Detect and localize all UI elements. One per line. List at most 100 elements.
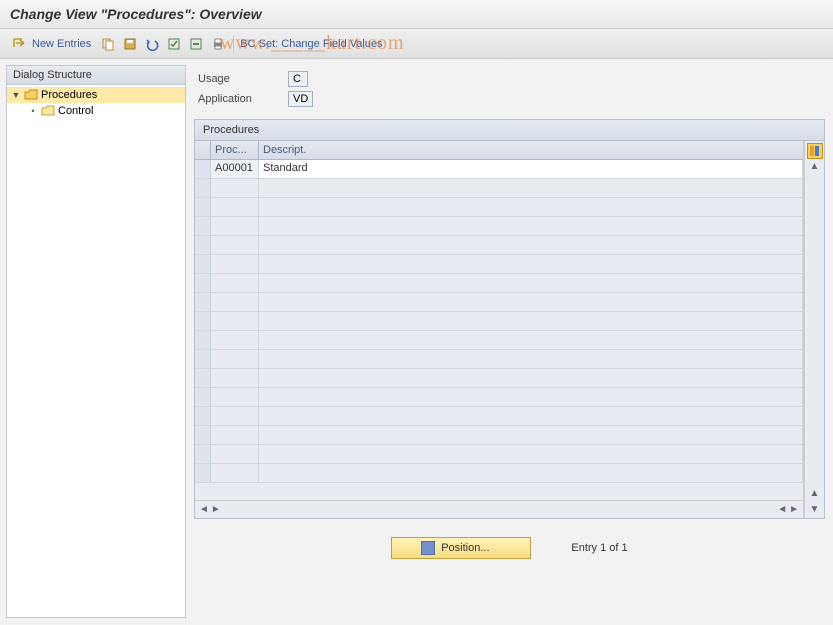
row-selector[interactable] [195,293,211,311]
row-selector[interactable] [195,407,211,425]
row-selector[interactable] [195,464,211,482]
cell-descript[interactable] [259,198,803,216]
cell-descript[interactable] [259,350,803,368]
scroll-down-icon-2[interactable]: ▼ [808,504,822,518]
cell-proc[interactable] [211,217,259,235]
cell-descript[interactable] [259,426,803,444]
tree-item-procedures[interactable]: ▼ Procedures [7,87,185,103]
table-row-empty[interactable] [195,445,803,464]
cell-descript[interactable] [259,179,803,197]
position-icon [421,541,435,555]
scroll-up-icon[interactable]: ▲ [808,161,822,175]
table-row-empty[interactable] [195,274,803,293]
select-all-icon[interactable] [165,35,183,53]
cell-descript[interactable] [259,293,803,311]
table-row-empty[interactable] [195,312,803,331]
scroll-right-end-icon[interactable]: ► [789,504,799,515]
cell-proc[interactable] [211,445,259,463]
table-row-empty[interactable] [195,198,803,217]
cell-proc[interactable] [211,255,259,273]
new-entries-button[interactable]: New Entries [32,38,91,50]
cell-proc[interactable] [211,236,259,254]
table-row-empty[interactable] [195,331,803,350]
cell-proc[interactable] [211,407,259,425]
usage-value[interactable]: C [288,71,308,87]
cell-descript[interactable] [259,388,803,406]
scroll-down-icon[interactable]: ▲ [808,488,822,502]
cell-descript[interactable] [259,255,803,273]
row-selector[interactable] [195,236,211,254]
row-selector[interactable] [195,350,211,368]
cell-descript[interactable] [259,312,803,330]
bc-set-link[interactable]: BC Set: Change Field Values [240,38,382,50]
row-selector[interactable] [195,312,211,330]
cell-descript[interactable] [259,274,803,292]
cell-proc[interactable] [211,198,259,216]
cell-proc[interactable] [211,331,259,349]
cell-descript[interactable] [259,407,803,425]
row-selector[interactable] [195,369,211,387]
column-header-proc[interactable]: Proc... [211,141,259,159]
row-selector[interactable] [195,331,211,349]
cell-descript[interactable] [259,236,803,254]
cell-descript[interactable] [259,445,803,463]
cell-descript[interactable]: Standard [259,160,803,178]
cell-proc[interactable] [211,350,259,368]
row-selector[interactable] [195,426,211,444]
tree-item-control[interactable]: • Control [7,103,185,119]
print-icon[interactable] [209,35,227,53]
cell-descript[interactable] [259,464,803,482]
toggle-icon[interactable] [10,35,28,53]
row-selector[interactable] [195,445,211,463]
cell-proc[interactable] [211,388,259,406]
application-value[interactable]: VD [288,91,313,107]
undo-icon[interactable] [143,35,161,53]
row-selector[interactable] [195,255,211,273]
table-row-empty[interactable] [195,217,803,236]
bullet-icon: • [28,106,38,116]
table-row-empty[interactable] [195,426,803,445]
table-row-empty[interactable] [195,369,803,388]
cell-proc[interactable] [211,464,259,482]
row-selector[interactable] [195,217,211,235]
row-selector[interactable] [195,160,211,178]
configure-columns-icon[interactable] [807,143,823,159]
horizontal-scrollbar[interactable]: ◄ ► ◄ ► [195,500,803,518]
cell-proc[interactable] [211,274,259,292]
cell-descript[interactable] [259,217,803,235]
table-row-empty[interactable] [195,350,803,369]
save-icon[interactable] [121,35,139,53]
table-row-empty[interactable] [195,407,803,426]
cell-proc[interactable] [211,369,259,387]
row-selector[interactable] [195,179,211,197]
entry-counter: Entry 1 of 1 [571,542,627,554]
table-row-empty[interactable] [195,179,803,198]
table-row-empty[interactable] [195,464,803,483]
table-row[interactable]: A00001Standard [195,160,803,179]
row-selector[interactable] [195,388,211,406]
column-header-descript[interactable]: Descript. [259,141,803,159]
toolbar: New Entries BC Set: Change Field Values [0,29,833,59]
expand-icon[interactable]: ▼ [11,90,21,100]
table-row-empty[interactable] [195,236,803,255]
table-row-empty[interactable] [195,293,803,312]
scroll-left-icon[interactable]: ◄ [199,504,209,515]
cell-proc[interactable] [211,293,259,311]
content-area: Usage C Application VD Procedures Proc..… [192,65,827,618]
scroll-left-end-icon[interactable]: ◄ [777,504,787,515]
cell-proc[interactable] [211,312,259,330]
cell-descript[interactable] [259,331,803,349]
row-selector[interactable] [195,198,211,216]
cell-proc[interactable] [211,426,259,444]
table-row-empty[interactable] [195,388,803,407]
cell-proc[interactable] [211,179,259,197]
row-selector[interactable] [195,274,211,292]
position-button[interactable]: Position... [391,537,531,559]
cell-proc[interactable]: A00001 [211,160,259,178]
scroll-right-icon[interactable]: ► [211,504,221,515]
select-column-header[interactable] [195,141,211,159]
copy-icon[interactable] [99,35,117,53]
deselect-all-icon[interactable] [187,35,205,53]
table-row-empty[interactable] [195,255,803,274]
cell-descript[interactable] [259,369,803,387]
